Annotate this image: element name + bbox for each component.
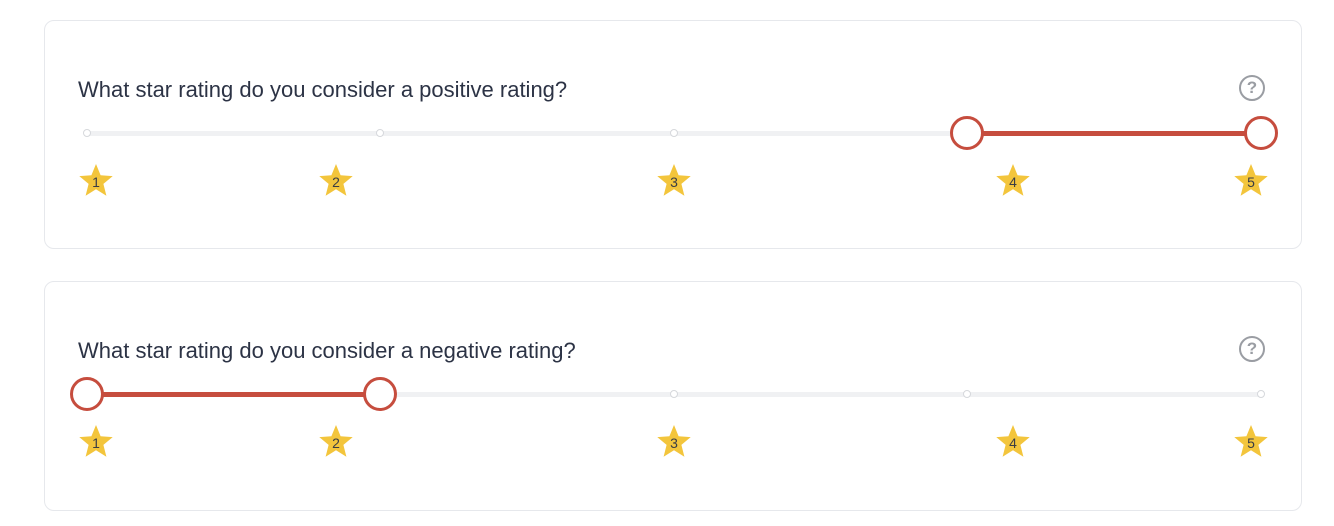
positive-rating-slider[interactable]: 1 2 3 4 5 xyxy=(45,21,1303,250)
star-label: 3 xyxy=(670,174,678,190)
star-label: 5 xyxy=(1247,174,1255,190)
star-icon: 5 xyxy=(1233,163,1269,199)
slider-handle-max[interactable] xyxy=(363,377,397,411)
star-icon: 2 xyxy=(318,163,354,199)
star-label: 3 xyxy=(670,435,678,451)
star-label: 5 xyxy=(1247,435,1255,451)
slider-handle-max[interactable] xyxy=(1244,116,1278,150)
slider-tick-3[interactable] xyxy=(670,390,678,398)
star-label: 1 xyxy=(92,174,100,190)
slider-handle-min[interactable] xyxy=(950,116,984,150)
star-label: 1 xyxy=(92,435,100,451)
star-icon: 3 xyxy=(656,424,692,460)
positive-rating-card: What star rating do you consider a posit… xyxy=(44,20,1302,249)
slider-range-fill xyxy=(87,392,380,397)
slider-tick-1[interactable] xyxy=(83,129,91,137)
slider-tick-2[interactable] xyxy=(376,129,384,137)
slider-handle-min[interactable] xyxy=(70,377,104,411)
star-icon: 4 xyxy=(995,163,1031,199)
slider-range-fill xyxy=(967,131,1261,136)
star-icon: 3 xyxy=(656,163,692,199)
slider-tick-3[interactable] xyxy=(670,129,678,137)
star-icon: 1 xyxy=(78,424,114,460)
star-label: 4 xyxy=(1009,174,1017,190)
negative-rating-card: What star rating do you consider a negat… xyxy=(44,281,1302,511)
negative-rating-slider[interactable]: 1 2 3 4 5 xyxy=(45,282,1303,511)
slider-tick-4[interactable] xyxy=(963,390,971,398)
star-label: 2 xyxy=(332,174,340,190)
star-icon: 1 xyxy=(78,163,114,199)
star-icon: 5 xyxy=(1233,424,1269,460)
star-label: 4 xyxy=(1009,435,1017,451)
star-icon: 2 xyxy=(318,424,354,460)
star-label: 2 xyxy=(332,435,340,451)
slider-tick-5[interactable] xyxy=(1257,390,1265,398)
star-icon: 4 xyxy=(995,424,1031,460)
